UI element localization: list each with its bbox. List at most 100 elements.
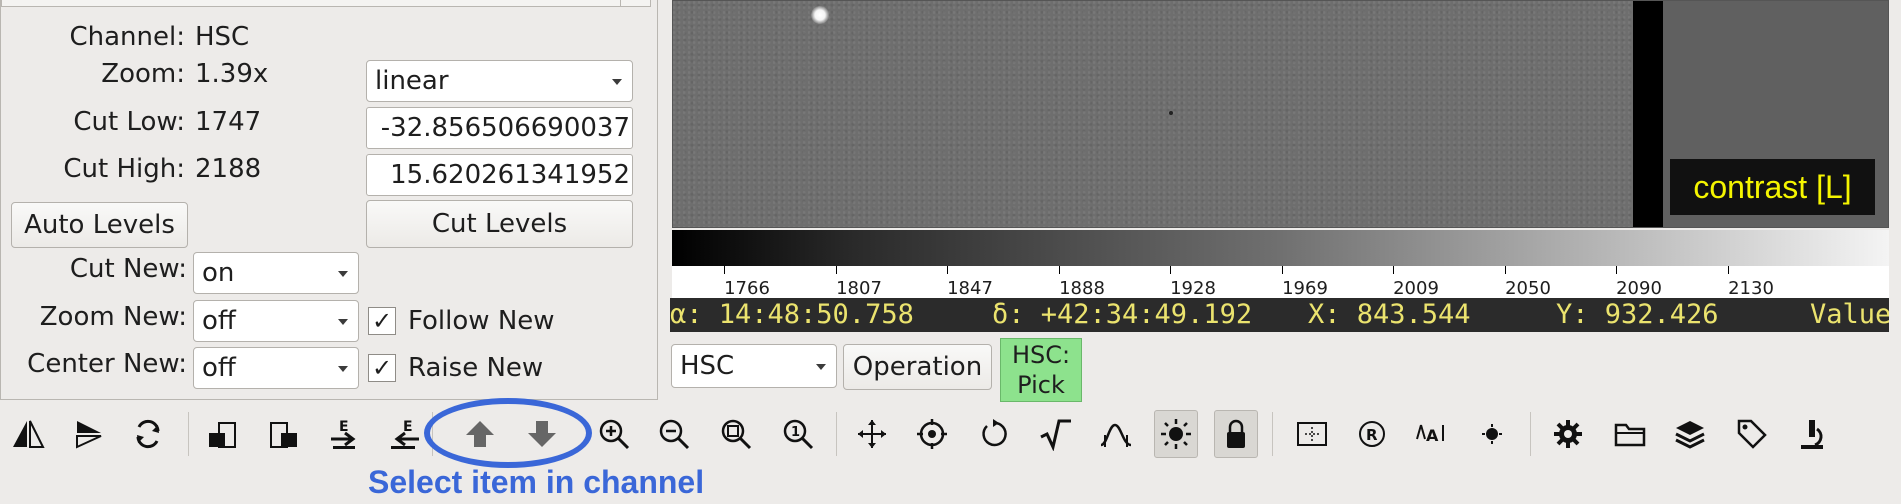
cut-high-value: 2188 [195,154,262,184]
channel-plugin-badge[interactable]: HSC: Pick [1000,338,1082,402]
cut-high-entry[interactable]: 15.620261341952 [366,154,633,196]
zoom-in-icon[interactable] [592,410,636,458]
tag-icon[interactable] [1730,410,1774,458]
lock-icon[interactable] [1214,410,1258,458]
colorbar-tick-label: 1888 [1059,278,1105,299]
colorbar-tick [836,266,837,274]
center-new-select-value: off [202,353,236,383]
flip-y-icon[interactable] [66,410,110,458]
sqrt-dist-icon[interactable] [1034,410,1078,458]
image-viewer[interactable]: contrast [L] [672,0,1889,228]
rotate-icon[interactable] [972,410,1016,458]
cut-low-label: Cut Low: [73,107,185,137]
zoom-out-icon[interactable] [652,410,696,458]
cut-high-label: Cut High: [63,154,185,184]
panel-topbar [1,0,651,7]
swap-xy-icon[interactable] [126,410,170,458]
crosshair-icon[interactable] [1290,410,1334,458]
zoom-fit-icon[interactable] [714,410,758,458]
next-image-icon[interactable]: E [384,410,428,458]
pan-icon[interactable] [850,410,894,458]
follow-new-label: Follow New [408,306,555,336]
colorbar-tick-label: 1847 [947,278,993,299]
readout-y: Y: 932.426 [1556,299,1719,330]
highlight-ring [424,398,592,468]
zoom-value: 1.39x [195,59,269,89]
channel-select-value: HSC [680,351,735,381]
rotate-reset-icon[interactable]: R [1350,410,1394,458]
chevron-down-icon [338,319,348,325]
cut-new-select[interactable]: on [193,252,359,294]
colorbar-tick-label: 1807 [836,278,882,299]
cut-levels-button-label: Cut Levels [431,209,568,239]
toolbar-separator [188,412,189,456]
colorbar-tick [1393,266,1394,274]
cut-levels-button[interactable]: Cut Levels [366,200,633,248]
chevron-down-icon [816,364,826,370]
microscope-icon[interactable] [1790,410,1834,458]
cut-high-entry-text: 15.620261341952 [390,160,630,190]
checkmark-icon: ✓ [368,307,396,335]
readout-value: Value [1810,299,1889,330]
operation-button[interactable]: Operation [843,344,992,390]
colorbar-tick [1282,266,1283,274]
mode-badge-text: contrast [L] [1693,168,1852,205]
auto-levels-button-label: Auto Levels [24,210,175,240]
cut-low-entry-text: -32.856506690037 [380,113,630,143]
image-gap [1633,1,1663,227]
raise-new-checkbox[interactable]: ✓ Raise New [368,353,543,383]
colorbar-tick-label: 2050 [1505,278,1551,299]
cut-low-entry[interactable]: -32.856506690037 [366,107,633,149]
colorbar-tick-label: 1766 [724,278,770,299]
colorbar[interactable] [672,230,1889,266]
toolbar-separator [836,412,837,456]
annotation-caption: Select item in channel [368,464,705,500]
zoom-label: Zoom: [101,59,185,89]
auto-cut-icon[interactable]: A [1410,410,1454,458]
zoom-100-icon[interactable]: 1 [776,410,820,458]
colorbar-tick-label: 2130 [1728,278,1774,299]
chevron-down-icon [338,271,348,277]
colorbar-tick [1616,266,1617,274]
toolbar-separator [1530,412,1531,456]
color-dist-select-value: linear [375,66,449,96]
cut-new-select-value: on [202,258,235,288]
zoom-new-select-value: off [202,306,236,336]
readout-x: X: 843.544 [1308,299,1471,330]
color-dist-select[interactable]: linear [366,60,633,102]
svg-text:1: 1 [791,425,800,440]
toolbar-separator [1272,412,1273,456]
star-icon[interactable] [1470,410,1514,458]
channel-select[interactable]: HSC [671,344,837,388]
svg-text:E: E [339,419,349,435]
settings-icon[interactable] [1546,410,1590,458]
last-image-icon[interactable] [262,410,306,458]
flip-x-icon[interactable] [6,410,50,458]
contrast-icon[interactable] [1154,410,1198,458]
badge-plugin: Pick [1017,371,1065,399]
colorbar-tick [1059,266,1060,274]
checkmark-icon: ✓ [368,354,396,382]
panel-scroll-button[interactable] [620,0,650,7]
first-image-icon[interactable] [200,410,244,458]
chevron-down-icon [338,366,348,372]
center-icon[interactable] [910,410,954,458]
colorbar-tick [724,266,725,274]
channel-label: Channel: [69,22,185,52]
layers-icon[interactable] [1668,410,1712,458]
channel-value: HSC [195,22,250,52]
cmap-icon[interactable] [1094,410,1138,458]
auto-levels-button[interactable]: Auto Levels [11,202,188,248]
bright-star [811,6,829,24]
colorbar-tick [1170,266,1171,274]
colorbar-tick [947,266,948,274]
faint-source [1169,111,1173,115]
center-new-select[interactable]: off [193,347,359,389]
colorbar-tick-label: 2009 [1393,278,1439,299]
folder-icon[interactable] [1608,410,1652,458]
operation-button-label: Operation [852,352,983,382]
colorbar-tick [1505,266,1506,274]
prev-image-icon[interactable]: E [322,410,366,458]
zoom-new-select[interactable]: off [193,300,359,342]
follow-new-checkbox[interactable]: ✓ Follow New [368,306,555,336]
